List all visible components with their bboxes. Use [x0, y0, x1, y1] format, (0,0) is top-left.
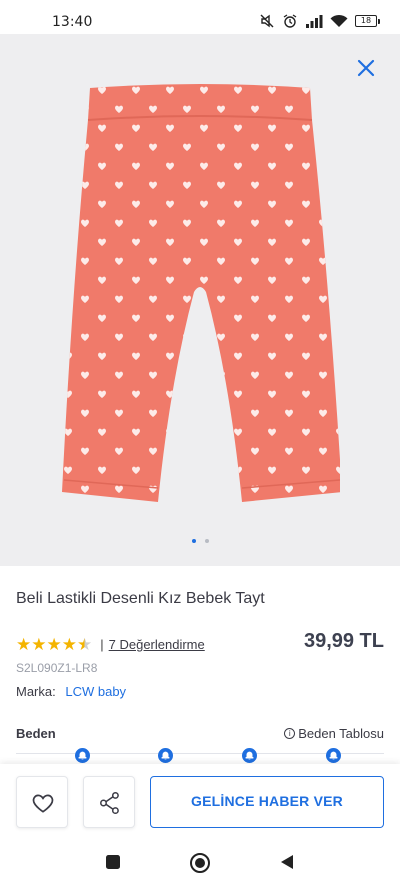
star-icon: ★ — [46, 635, 62, 654]
gallery-pagination — [0, 539, 400, 543]
product-gallery[interactable] — [0, 34, 400, 566]
signal-icon — [306, 15, 323, 28]
product-sku: S2L090Z1-LR8 — [16, 661, 98, 675]
reviews-link[interactable]: 7 Değerlendirme — [109, 637, 205, 652]
size-table-link[interactable]: i Beden Tablosu — [284, 726, 384, 741]
info-icon: i — [284, 728, 296, 739]
pagination-dot[interactable] — [204, 539, 209, 543]
battery-icon: 18 — [355, 15, 380, 27]
brand-link[interactable]: LCW baby — [65, 684, 126, 699]
recent-apps-icon[interactable] — [104, 853, 122, 871]
leggings-shape — [62, 84, 340, 502]
size-options — [16, 748, 384, 764]
rating-stars: ★ ★ ★ ★ ★ — [16, 636, 92, 653]
share-button[interactable] — [83, 776, 135, 828]
status-time: 13:40 — [52, 14, 93, 30]
star-icon: ★ — [31, 635, 47, 654]
status-icons: 18 — [259, 13, 380, 29]
pagination-dot-active[interactable] — [191, 539, 196, 543]
system-nav-bar — [0, 840, 400, 888]
rating-row: ★ ★ ★ ★ ★ | 7 Değerlendirme — [16, 636, 205, 653]
bell-icon — [78, 751, 87, 760]
product-image — [62, 84, 340, 502]
product-title: Beli Lastikli Desenli Kız Bebek Tayt — [16, 590, 265, 607]
size-label: Beden — [16, 726, 56, 741]
size-option[interactable] — [242, 748, 257, 763]
star-half-icon: ★ — [77, 635, 93, 654]
bottom-action-bar: GELİNCE HABER VER — [0, 764, 400, 840]
bell-icon — [329, 751, 338, 760]
back-icon[interactable] — [278, 853, 296, 871]
size-option[interactable] — [158, 748, 173, 763]
star-icon: ★ — [61, 635, 77, 654]
brand-label: Marka: — [16, 684, 56, 699]
notify-me-button[interactable]: GELİNCE HABER VER — [150, 776, 384, 828]
rating-separator: | — [100, 637, 104, 652]
home-icon[interactable] — [189, 852, 211, 874]
close-icon — [357, 59, 375, 77]
share-icon — [100, 791, 119, 815]
bell-icon — [245, 751, 254, 760]
brand-row: Marka: LCW baby — [16, 684, 126, 699]
size-table-label: Beden Tablosu — [298, 726, 384, 741]
close-button[interactable] — [354, 56, 378, 80]
size-option[interactable] — [75, 748, 90, 763]
bell-icon — [161, 751, 170, 760]
size-option[interactable] — [326, 748, 341, 763]
favorite-button[interactable] — [16, 776, 68, 828]
battery-level: 18 — [355, 15, 377, 27]
wifi-icon — [330, 14, 348, 27]
product-price: 39,99 TL — [303, 630, 384, 652]
heart-icon — [32, 794, 54, 813]
alarm-icon — [283, 14, 297, 28]
star-icon: ★ — [16, 635, 32, 654]
mute-icon — [260, 14, 274, 28]
